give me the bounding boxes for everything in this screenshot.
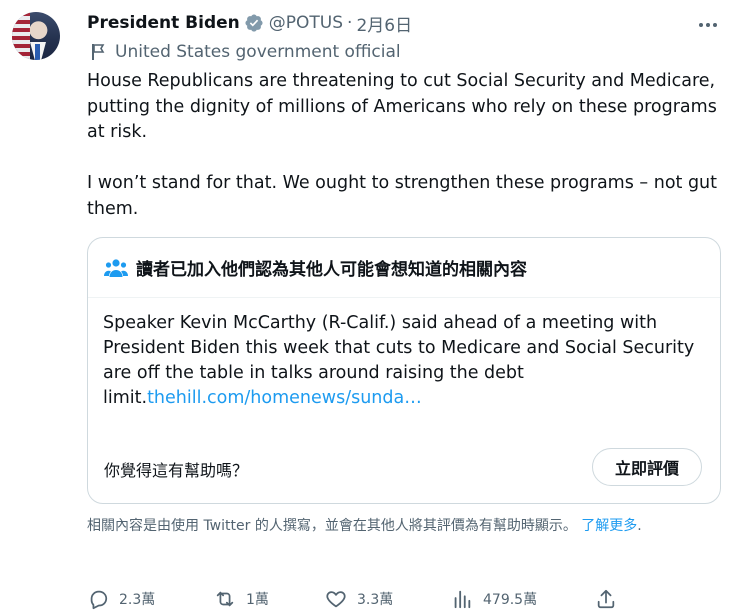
author-name[interactable]: President Biden — [87, 13, 240, 33]
more-options-icon[interactable] — [697, 14, 719, 36]
disclaimer-period: . — [637, 518, 642, 534]
government-affiliation: United States government official — [91, 42, 401, 62]
flag-icon — [92, 44, 105, 60]
views-button[interactable]: 479.5萬 — [451, 588, 537, 610]
tweet-paragraph: House Republicans are threatening to cut… — [87, 71, 717, 142]
share-icon — [597, 589, 615, 609]
author-avatar[interactable] — [12, 12, 60, 60]
community-note-body: Speaker Kevin McCarthy (R-Calif.) said a… — [103, 311, 703, 411]
tweet-date[interactable]: 2月6日 — [356, 11, 412, 36]
tweet-actions: 2.3萬 1萬 3.3萬 479.5萬 — [87, 588, 627, 614]
disclaimer-text: 相關內容是由使用 Twitter 的人撰寫，並會在其他人將其評價為有幫助時顯示。 — [87, 518, 582, 534]
flag-decoration — [12, 12, 30, 60]
share-button[interactable] — [595, 588, 627, 610]
tweet-header: President Biden @POTUS · 2月6日 — [87, 11, 412, 36]
reply-button[interactable]: 2.3萬 — [87, 588, 155, 610]
author-handle[interactable]: @POTUS — [269, 13, 343, 33]
retweet-count: 1萬 — [246, 592, 269, 608]
tweet-text: House Republicans are threatening to cut… — [87, 69, 727, 222]
community-note-title: 讀者已加入他們認為其他人可能會想知道的相關內容 — [136, 260, 527, 280]
community-note-header: 讀者已加入他們認為其他人可能會想知道的相關內容 — [88, 238, 720, 298]
reply-count: 2.3萬 — [119, 592, 156, 608]
avatar-tie — [35, 44, 40, 60]
views-count: 479.5萬 — [483, 592, 538, 608]
community-note: 讀者已加入他們認為其他人可能會想知道的相關內容 Speaker Kevin Mc… — [87, 237, 721, 504]
affiliation-label: United States government official — [115, 42, 401, 62]
community-note-disclaimer: 相關內容是由使用 Twitter 的人撰寫，並會在其他人將其評價為有幫助時顯示。… — [87, 516, 717, 537]
tweet-paragraph: I won’t stand for that. We ought to stre… — [87, 173, 718, 219]
retweet-button[interactable]: 1萬 — [214, 588, 269, 610]
heart-icon — [326, 591, 346, 608]
people-icon — [104, 258, 128, 277]
retweet-icon — [216, 591, 234, 607]
like-button[interactable]: 3.3萬 — [325, 588, 393, 610]
helpful-question: 你覺得這有幫助嗎？ — [104, 461, 249, 480]
like-count: 3.3萬 — [357, 592, 394, 608]
reply-icon — [90, 590, 108, 610]
views-chart-icon — [454, 590, 471, 609]
learn-more-link[interactable]: 了解更多 — [581, 518, 637, 534]
community-note-link[interactable]: thehill.com/homenews/sunda… — [147, 388, 422, 408]
separator-dot: · — [347, 13, 353, 33]
verified-badge-icon[interactable] — [244, 13, 264, 33]
rate-it-button[interactable]: 立即評價 — [592, 448, 702, 486]
